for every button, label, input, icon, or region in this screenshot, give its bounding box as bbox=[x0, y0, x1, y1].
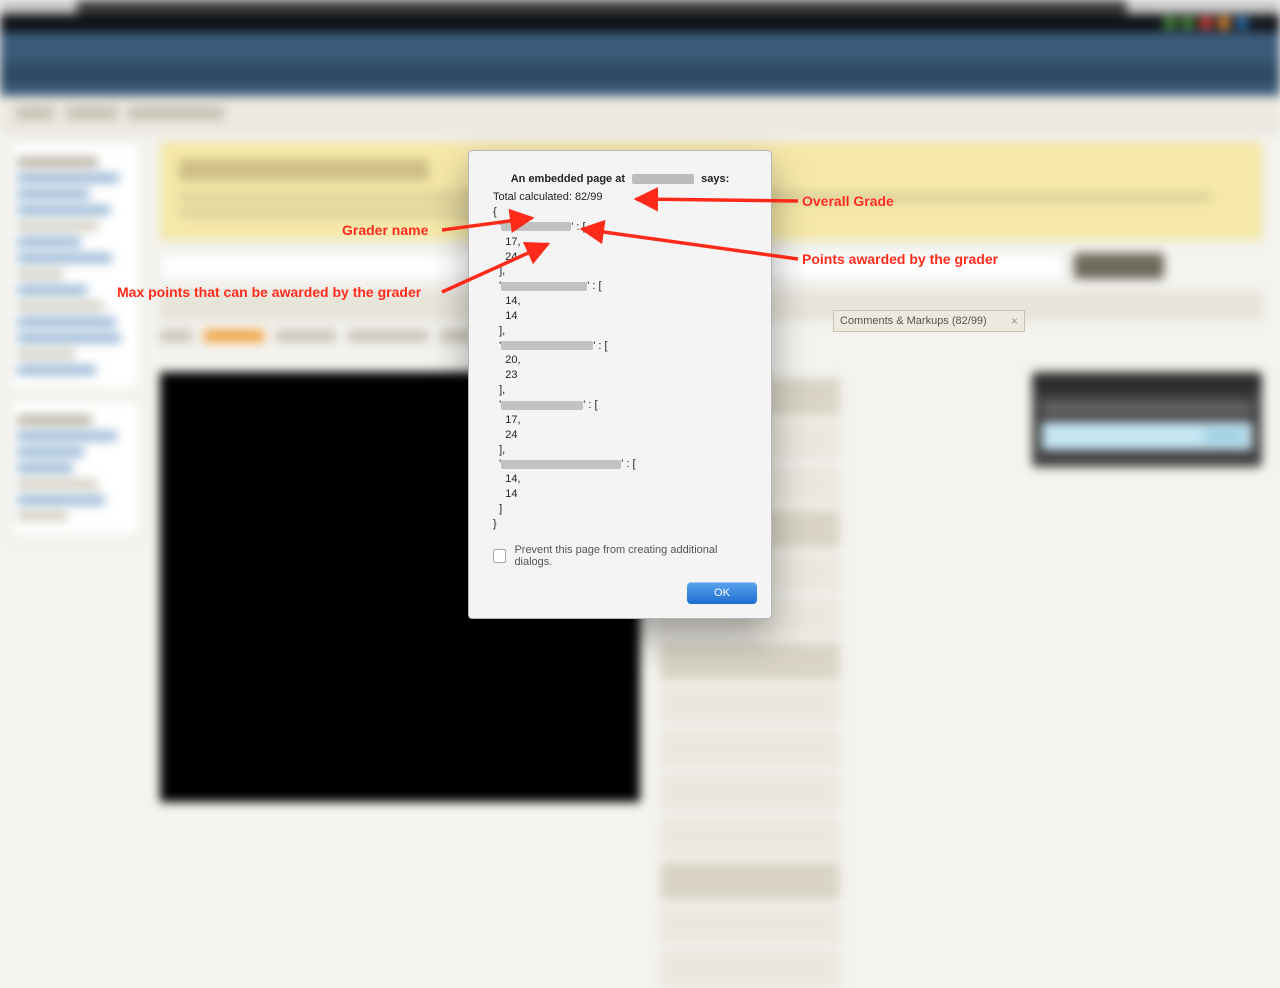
close-icon[interactable]: × bbox=[1011, 314, 1018, 328]
grade-json-block: { '' : [ 17, 24 ], '' : [ 14, 14 ], '' :… bbox=[493, 205, 747, 532]
prevent-label: Prevent this page from creating addition… bbox=[514, 544, 747, 568]
annotation-overall-grade: Overall Grade bbox=[802, 193, 894, 209]
dialog-title: An embedded page at says: bbox=[493, 173, 747, 185]
ok-button[interactable]: OK bbox=[687, 582, 757, 604]
total-value: 82/99 bbox=[575, 191, 603, 203]
annotation-points-awarded: Points awarded by the grader bbox=[802, 251, 998, 267]
comments-label: Comments & Markups (82/99) bbox=[840, 315, 987, 327]
comments-panel-header[interactable]: Comments & Markups (82/99) × bbox=[833, 310, 1025, 332]
annotation-grader-name: Grader name bbox=[342, 222, 428, 238]
total-line: Total calculated: 82/99 bbox=[493, 191, 747, 203]
origin-redacted bbox=[632, 174, 694, 184]
annotation-max-points: Max points that can be awarded by the gr… bbox=[117, 284, 421, 300]
prevent-dialogs-row[interactable]: Prevent this page from creating addition… bbox=[493, 544, 747, 568]
prevent-checkbox[interactable] bbox=[493, 549, 506, 563]
alert-dialog: An embedded page at says: Total calculat… bbox=[468, 150, 772, 619]
